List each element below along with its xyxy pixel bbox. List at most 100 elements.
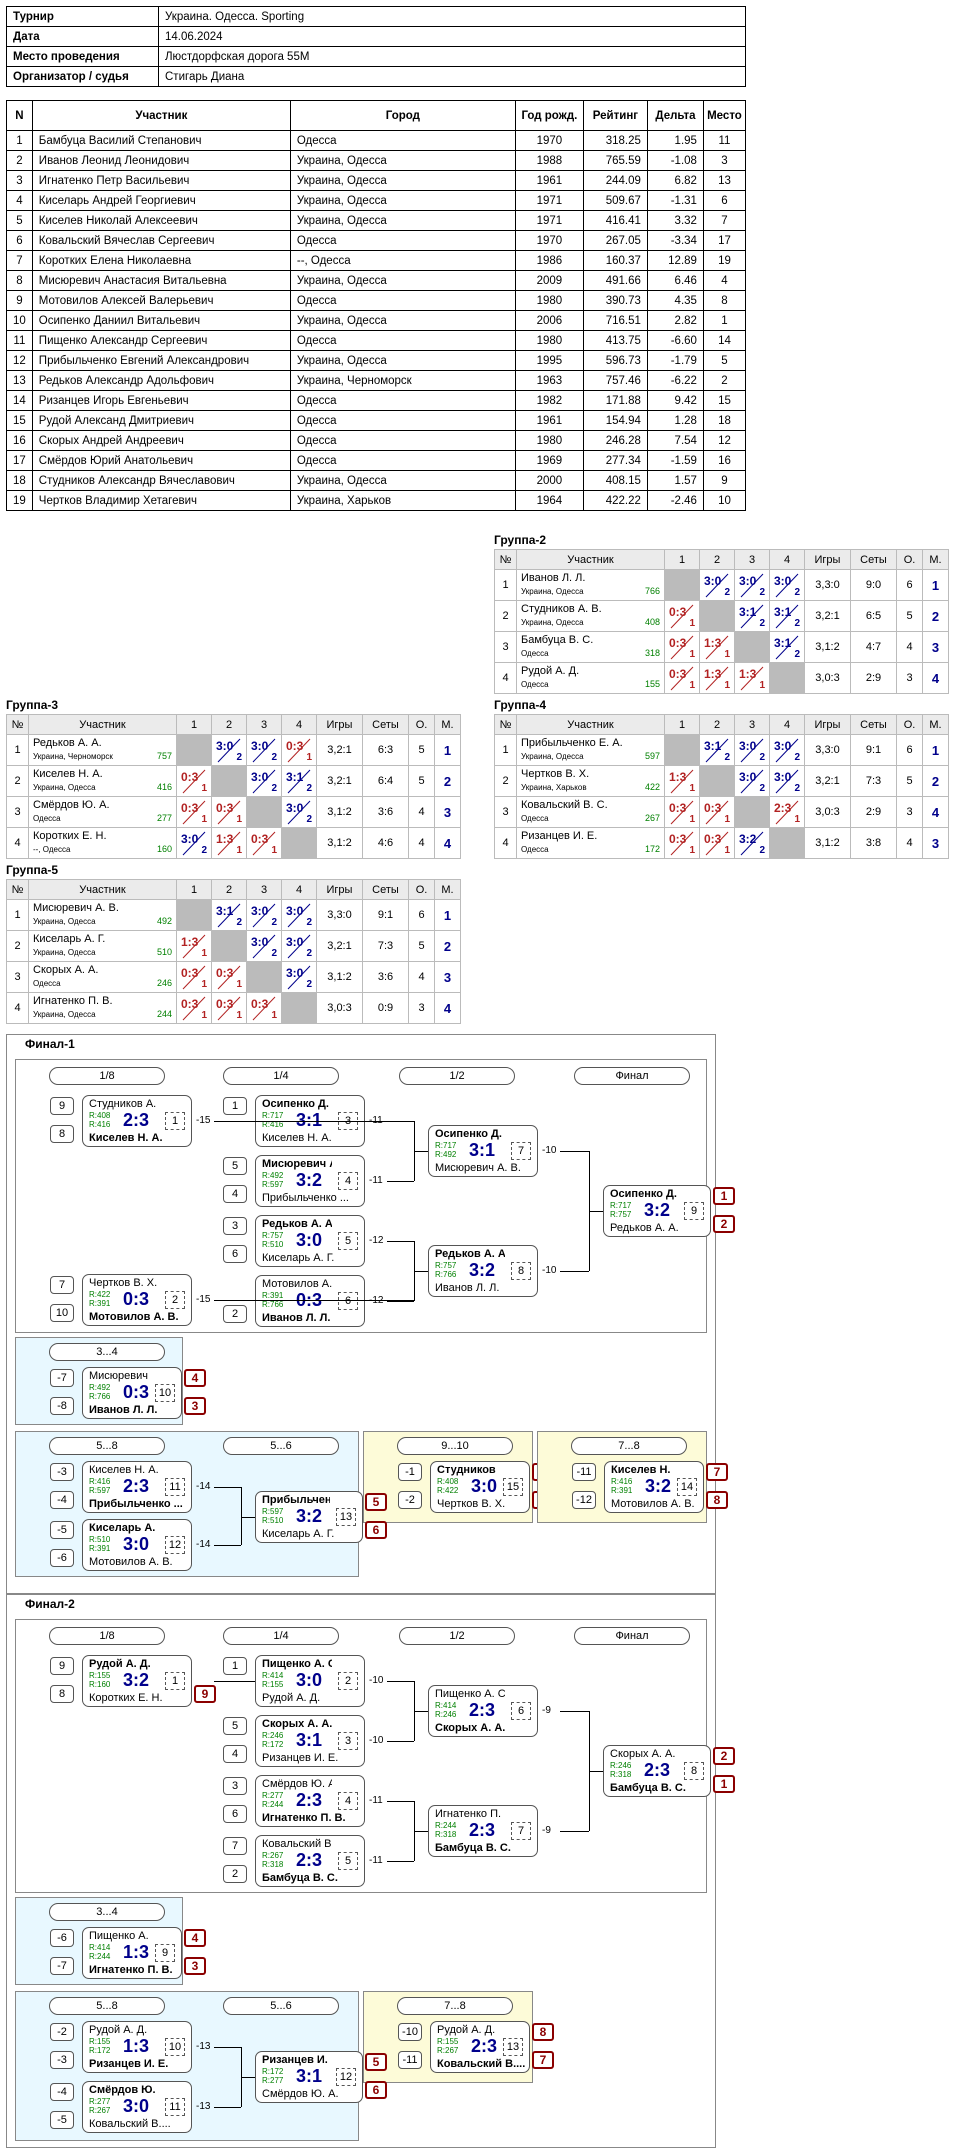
group-place: 2: [922, 765, 949, 797]
player-cell: Украина, Одесса: [289, 310, 516, 331]
bracket-line: [241, 2077, 255, 2078]
player-cell: Одесса: [289, 290, 516, 311]
final-place-top: 7: [706, 1463, 728, 1481]
player-cell: 4: [702, 270, 747, 291]
result-points: 2: [306, 814, 312, 825]
match-box: Редьков А. А. Иванов Л. Л. R:757 R:766 3:2 8: [428, 1245, 538, 1297]
match-player-top: Чертков В. Х.: [89, 1277, 158, 1289]
match-player-bottom: Прибыльченко ...: [262, 1192, 349, 1204]
final-place-top: 4: [184, 1369, 206, 1387]
match-number: 4: [338, 1792, 358, 1810]
match-rating-top: R:492: [89, 1383, 111, 1392]
seed-box: 9: [50, 1097, 74, 1115]
bracket-line: [214, 1121, 414, 1122]
result-score: 0:3: [669, 636, 687, 650]
seed-box: -7: [50, 1957, 74, 1975]
player-cell: 9.42: [646, 390, 704, 411]
player-cell: 16: [6, 430, 33, 451]
seed-box: 6: [223, 1245, 247, 1263]
seed-box: -8: [50, 1397, 74, 1415]
group-place: 3: [922, 827, 949, 859]
group-games: 3,1:2: [804, 827, 851, 859]
result-cell: 0:3 1: [664, 662, 700, 694]
result-score: 0:3: [704, 832, 722, 846]
result: 3:0 2: [735, 766, 769, 796]
result-points: 1: [689, 845, 695, 856]
player-cell: Рудой Александ Дмитриевич: [31, 410, 291, 431]
group-row: 4 Рудой А. Д. Одесса 155 0:3 1 1:3 1 1:3 1 3,0:3 2:…: [494, 662, 949, 694]
player-cell: -3.34: [646, 230, 704, 251]
final-title: Финал-2: [25, 1597, 75, 1611]
result-points: 1: [724, 845, 730, 856]
result: 0:3 1: [212, 993, 246, 1023]
group-column-header: М.: [434, 879, 461, 900]
group-games: 3,0:3: [804, 662, 851, 694]
player-rating: 510: [156, 947, 172, 957]
loser-link: -10: [369, 1735, 384, 1746]
result: 3:0 2: [247, 766, 281, 796]
match-score: 3:0: [123, 2096, 150, 2116]
match-rating-top: R:246: [262, 1731, 284, 1740]
player-cell: Осипенко Даниил Витальевич: [31, 310, 291, 331]
round-header: 5...8: [49, 1997, 165, 2015]
player-name: Мисюревич А. В.: [33, 902, 119, 914]
result-points: 1: [201, 783, 207, 794]
bracket-line: [214, 1300, 414, 1301]
result-cell: 3:0 2: [246, 899, 282, 931]
player-cell: Бамбуца Василий Степанович: [31, 130, 291, 151]
result: 3:0 2: [247, 735, 281, 765]
match-rating-bottom: R:597: [89, 1486, 111, 1495]
player-cell: Одесса: [289, 230, 516, 251]
seed-box: 4: [223, 1745, 247, 1763]
group-column-header: Игры: [804, 714, 851, 735]
player-row: 9 Мотовилов Алексей Валерьевич Одесса 1980 3…: [6, 290, 747, 311]
result-score: 3:1: [774, 605, 792, 619]
result: 3:1 2: [212, 900, 246, 930]
player-rating: 766: [644, 586, 660, 596]
player-cell: -1.79: [646, 350, 704, 371]
player-cell: 422.22: [582, 490, 648, 511]
bracket-line: [560, 1271, 589, 1272]
loser-link: -9: [542, 1825, 551, 1836]
player-rating: 492: [156, 916, 172, 926]
match-number: 1: [165, 1112, 185, 1130]
result-points: 2: [724, 752, 730, 763]
result-score: 3:0: [774, 574, 792, 588]
player-row: 4 Киселарь Андрей Георгиевич Украина, Одес…: [6, 190, 747, 211]
seed-box: -4: [50, 1491, 74, 1509]
player-city: Украина, Одесса: [521, 752, 584, 761]
match-number: 10: [155, 1384, 175, 1402]
result-cell: 0:3 1: [176, 765, 212, 797]
match-box: Мотовилов А. В.Иванов Л. Л.R:391R:7660:3…: [255, 1275, 365, 1327]
result: 3:0 2: [735, 570, 769, 600]
group-sets: 9:1: [850, 734, 897, 766]
match-score: 3:0: [296, 1230, 323, 1250]
bracket-line: [214, 1545, 241, 1546]
player-city: Одесса: [521, 814, 549, 823]
match-number: 14: [677, 1478, 697, 1496]
match-box: Редьков А. А. Киселарь А. Г. R:757 R:510 3:0…: [255, 1215, 365, 1267]
seed-box: 4: [223, 1185, 247, 1203]
match-box: Прибыльченко ... Киселарь А. Г. R:597R:510…: [255, 1491, 363, 1543]
final-place-top: 2: [713, 1747, 735, 1765]
player-cell: 1971: [514, 210, 584, 231]
bracket-line: [414, 1241, 415, 1271]
player-rating: 244: [156, 1009, 172, 1019]
player-cell: 6.82: [646, 170, 704, 191]
player-cell: 7: [6, 250, 33, 271]
player-cell: 2: [702, 370, 747, 391]
match-rating-bottom: R:391: [89, 1544, 111, 1553]
player-cell: 7.54: [646, 430, 704, 451]
tournament-info-table: Турнир Украина. Одесса. Sporting Дата 14.06…: [6, 6, 746, 87]
match-rating-top: R:391: [262, 1291, 284, 1300]
seed-box: 1: [223, 1657, 247, 1675]
match-score: 3:1: [469, 1140, 496, 1160]
group-games: 3,2:1: [316, 930, 363, 962]
group-column-header: 4: [769, 549, 805, 570]
group-sets: 4:6: [362, 827, 409, 859]
match-score: 3:2: [296, 1506, 323, 1526]
result-cell: 3:0 2: [734, 765, 770, 797]
loser-link: -10: [369, 1675, 384, 1686]
bracket-line: [214, 2047, 241, 2048]
match-box: Рудой А. Д. Ризанцев И. Е. R:155 R:172 1:3 10: [82, 2021, 192, 2073]
